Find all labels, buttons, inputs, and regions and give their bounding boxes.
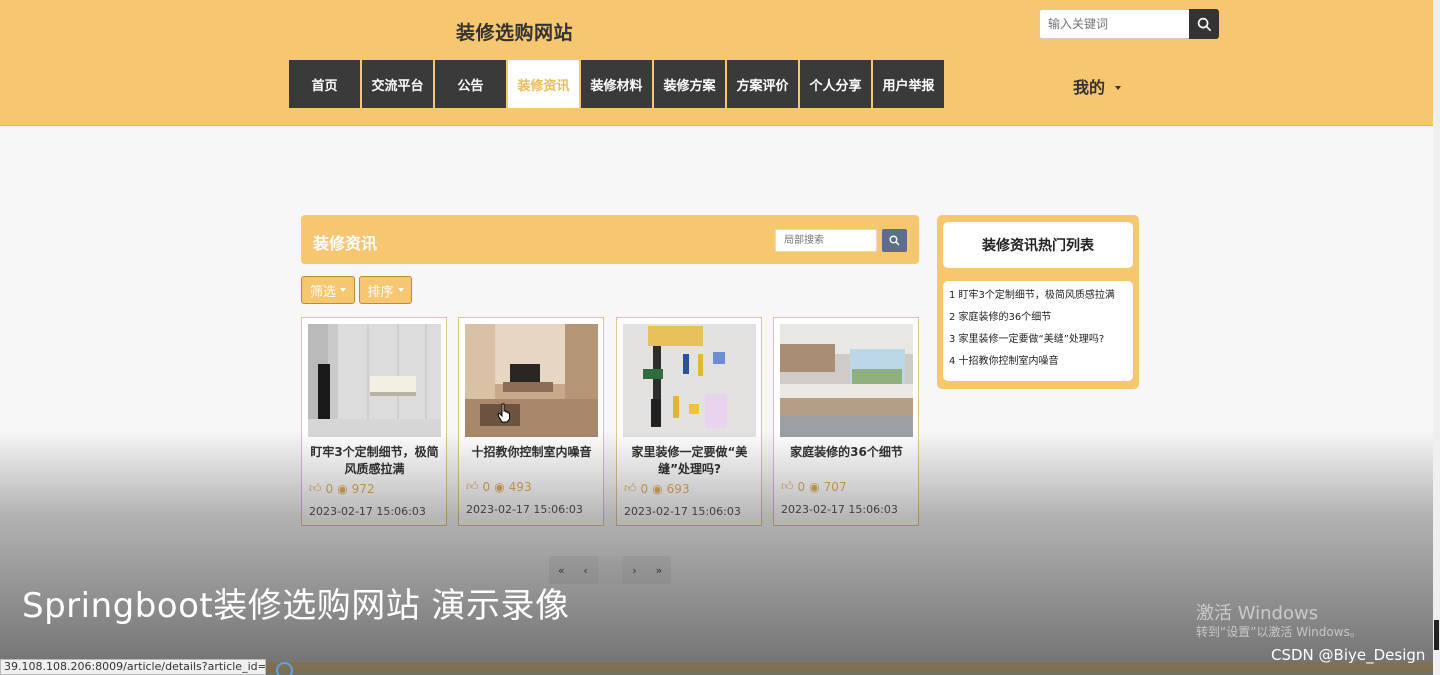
thumbs-up-icon: 👍︎: [309, 481, 322, 495]
hot-list-item[interactable]: 4 十招教你控制室内噪音: [949, 355, 1127, 377]
site-header: 装修选购网站 首页 交流平台 公告 装修资讯 装修材料 装修方案 方案评价 个人…: [0, 0, 1440, 126]
search-button[interactable]: [1189, 9, 1219, 39]
hot-list-item[interactable]: 2 家庭装修的36个细节: [949, 311, 1127, 333]
news-card[interactable]: 家庭装修的36个细节 👍︎ 0 ◉ 707 2023-02-17 15:06:0…: [773, 317, 919, 526]
local-search-input[interactable]: [775, 229, 877, 252]
nav-plans[interactable]: 装修方案: [654, 60, 725, 108]
scrollbar-thumb[interactable]: [1434, 620, 1439, 650]
nav-home[interactable]: 首页: [289, 60, 360, 108]
news-card-date: 2023-02-17 15:06:03: [309, 505, 426, 518]
thumbs-up-icon: 👍︎: [781, 479, 794, 493]
news-card-title[interactable]: 家里装修一定要做“美缝”处理吗?: [623, 444, 756, 478]
windows-activation-watermark: 激活 Windows: [1196, 603, 1319, 624]
windows-activation-hint: 转到“设置”以激活 Windows。: [1196, 625, 1362, 639]
filter-dropdown[interactable]: 筛选: [301, 276, 355, 304]
news-card[interactable]: 盯牢3个定制细节，极简风质感拉满 👍︎ 0 ◉ 972 2023-02-17 1…: [301, 317, 447, 526]
news-card-stats: 👍︎ 0 ◉ 972: [309, 481, 375, 496]
news-card-grid: 盯牢3个定制细节，极简风质感拉满 👍︎ 0 ◉ 972 2023-02-17 1…: [301, 317, 919, 526]
search-icon: [889, 235, 900, 246]
news-card-title[interactable]: 十招教你控制室内噪音: [465, 444, 598, 461]
panel-title: 装修资讯: [313, 234, 378, 253]
news-card-date: 2023-02-17 15:06:03: [466, 503, 583, 516]
likes-count: 0: [482, 479, 491, 494]
likes-count: 0: [797, 479, 806, 494]
news-card[interactable]: 家里装修一定要做“美缝”处理吗? 👍︎ 0 ◉ 693 2023-02-17 1…: [616, 317, 762, 526]
news-card-date: 2023-02-17 15:06:03: [781, 503, 898, 516]
views-count: 693: [666, 481, 690, 496]
nav-forum[interactable]: 交流平台: [362, 60, 433, 108]
hand-cursor-icon: [497, 403, 510, 423]
news-card-title[interactable]: 家庭装修的36个细节: [780, 444, 913, 461]
views-count: 493: [508, 479, 532, 494]
nav-news[interactable]: 装修资讯: [508, 60, 579, 108]
chevron-down-icon: [340, 288, 346, 292]
news-card-image: [465, 324, 598, 437]
global-search: [1039, 9, 1219, 39]
sort-label: 排序: [367, 284, 394, 300]
news-card-image: [780, 324, 913, 437]
eye-icon: ◉: [337, 481, 348, 496]
page-scrollbar[interactable]: [1433, 0, 1440, 675]
hot-list-title: 装修资讯热门列表: [943, 222, 1133, 268]
csdn-credit: CSDN @Biye_Design: [1271, 646, 1426, 664]
news-card[interactable]: 十招教你控制室内噪音 👍︎ 0 ◉ 493 2023-02-17 15:06:0…: [458, 317, 604, 526]
chevron-down-icon: [1115, 85, 1122, 90]
main-nav: 首页 交流平台 公告 装修资讯 装修材料 装修方案 方案评价 个人分享 用户举报: [289, 60, 944, 108]
search-icon: [1197, 17, 1211, 31]
hot-list-item[interactable]: 1 盯牢3个定制细节，极简风质感拉满: [949, 289, 1127, 311]
pagination-last[interactable]: »: [647, 556, 671, 584]
thumbs-up-icon: 👍︎: [624, 481, 637, 495]
user-menu-dropdown[interactable]: 我的: [1073, 74, 1122, 98]
pagination-prev[interactable]: ‹: [573, 556, 597, 584]
eye-icon: ◉: [809, 479, 820, 494]
likes-count: 0: [640, 481, 649, 496]
news-card-stats: 👍︎ 0 ◉ 707: [781, 479, 847, 494]
hot-list: 1 盯牢3个定制细节，极简风质感拉满 2 家庭装修的36个细节 3 家里装修一定…: [943, 281, 1133, 381]
site-title[interactable]: 装修选购网站: [456, 18, 573, 45]
hot-list-item[interactable]: 3 家里装修一定要做“美缝”处理吗?: [949, 333, 1127, 355]
search-input[interactable]: [1039, 9, 1189, 39]
news-card-date: 2023-02-17 15:06:03: [624, 505, 741, 518]
local-search-button[interactable]: [882, 229, 907, 252]
nav-materials[interactable]: 装修材料: [581, 60, 652, 108]
hot-list-panel: 装修资讯热门列表 1 盯牢3个定制细节，极简风质感拉满 2 家庭装修的36个细节…: [937, 215, 1139, 389]
browser-status-url: 39.108.108.206:8009/article/details?arti…: [0, 659, 266, 675]
video-progress-bar[interactable]: [266, 662, 1440, 673]
video-caption: Springboot装修选购网站 演示录像: [22, 586, 570, 626]
nav-report[interactable]: 用户举报: [873, 60, 944, 108]
news-card-stats: 👍︎ 0 ◉ 693: [624, 481, 690, 496]
eye-icon: ◉: [494, 479, 505, 494]
news-card-stats: 👍︎ 0 ◉ 493: [466, 479, 532, 494]
views-count: 972: [351, 481, 375, 496]
nav-sharing[interactable]: 个人分享: [800, 60, 871, 108]
chevron-down-icon: [397, 288, 404, 292]
news-panel-header: 装修资讯: [301, 215, 919, 264]
filter-label: 筛选: [309, 284, 336, 300]
nav-notice[interactable]: 公告: [435, 60, 506, 108]
eye-icon: ◉: [652, 481, 663, 496]
pagination-next[interactable]: ›: [622, 556, 646, 584]
views-count: 707: [823, 479, 847, 494]
user-menu-label: 我的: [1073, 78, 1106, 97]
likes-count: 0: [325, 481, 334, 496]
nav-plan-reviews[interactable]: 方案评价: [727, 60, 798, 108]
video-progress-knob[interactable]: [276, 662, 293, 675]
news-card-title[interactable]: 盯牢3个定制细节，极简风质感拉满: [308, 444, 441, 478]
sort-dropdown[interactable]: 排序: [359, 276, 412, 304]
news-card-image: [623, 324, 756, 437]
thumbs-up-icon: 👍︎: [466, 479, 479, 493]
news-card-image: [308, 324, 441, 437]
pagination-current[interactable]: [597, 556, 623, 584]
